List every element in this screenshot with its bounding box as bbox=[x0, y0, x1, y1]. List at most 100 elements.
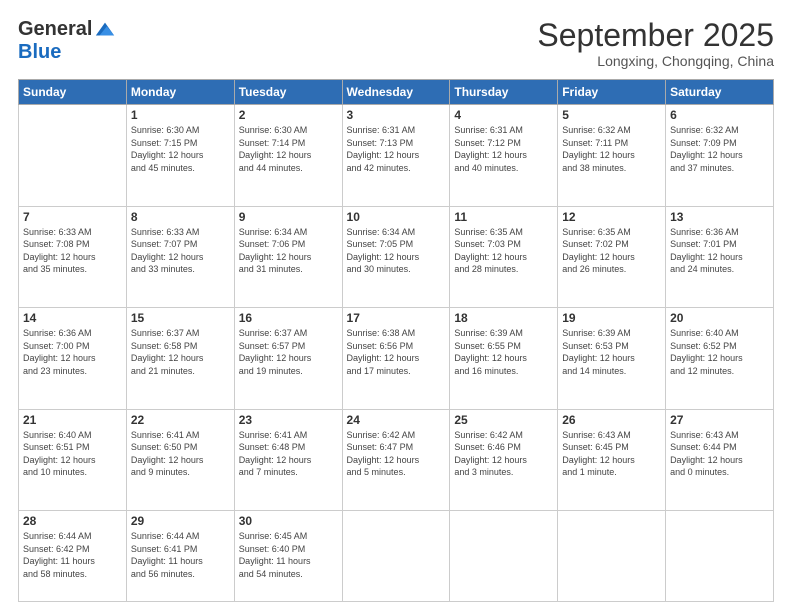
table-row: 29 Sunrise: 6:44 AM Sunset: 6:41 PM Dayli… bbox=[126, 511, 234, 602]
day-info: Sunrise: 6:40 AM Sunset: 6:52 PM Dayligh… bbox=[670, 327, 769, 377]
day-info: Sunrise: 6:33 AM Sunset: 7:07 PM Dayligh… bbox=[131, 226, 230, 276]
day-number: 26 bbox=[562, 413, 661, 427]
day-number: 8 bbox=[131, 210, 230, 224]
day-number: 23 bbox=[239, 413, 338, 427]
day-number: 11 bbox=[454, 210, 553, 224]
table-row: 24Sunrise: 6:42 AM Sunset: 6:47 PM Dayli… bbox=[342, 409, 450, 510]
day-info: Sunrise: 6:34 AM Sunset: 7:05 PM Dayligh… bbox=[347, 226, 446, 276]
day-number: 28 bbox=[23, 514, 122, 528]
calendar-week-row: 7 Sunrise: 6:33 AM Sunset: 7:08 PM Daylig… bbox=[19, 206, 774, 307]
table-row: 11Sunrise: 6:35 AM Sunset: 7:03 PM Dayli… bbox=[450, 206, 558, 307]
day-info: Sunrise: 6:38 AM Sunset: 6:56 PM Dayligh… bbox=[347, 327, 446, 377]
table-row: 28 Sunrise: 6:44 AM Sunset: 6:42 PM Dayli… bbox=[19, 511, 127, 602]
day-info: Sunrise: 6:36 AM Sunset: 7:01 PM Dayligh… bbox=[670, 226, 769, 276]
day-info: Sunrise: 6:31 AM Sunset: 7:12 PM Dayligh… bbox=[454, 124, 553, 174]
header-thursday: Thursday bbox=[450, 80, 558, 105]
table-row: 2 Sunrise: 6:30 AM Sunset: 7:14 PM Daylig… bbox=[234, 105, 342, 206]
day-number: 29 bbox=[131, 514, 230, 528]
day-info: Sunrise: 6:36 AM Sunset: 7:00 PM Dayligh… bbox=[23, 327, 122, 377]
day-info: Sunrise: 6:34 AM Sunset: 7:06 PM Dayligh… bbox=[239, 226, 338, 276]
table-row: 19Sunrise: 6:39 AM Sunset: 6:53 PM Dayli… bbox=[558, 308, 666, 409]
table-row bbox=[450, 511, 558, 602]
day-info: Sunrise: 6:31 AM Sunset: 7:13 PM Dayligh… bbox=[347, 124, 446, 174]
day-info: Sunrise: 6:41 AM Sunset: 6:48 PM Dayligh… bbox=[239, 429, 338, 479]
table-row: 7 Sunrise: 6:33 AM Sunset: 7:08 PM Daylig… bbox=[19, 206, 127, 307]
day-number: 17 bbox=[347, 311, 446, 325]
day-number: 27 bbox=[670, 413, 769, 427]
table-row: 17 Sunrise: 6:38 AM Sunset: 6:56 PM Dayli… bbox=[342, 308, 450, 409]
calendar-week-row: 28 Sunrise: 6:44 AM Sunset: 6:42 PM Dayli… bbox=[19, 511, 774, 602]
day-number: 20 bbox=[670, 311, 769, 325]
table-row: 27 Sunrise: 6:43 AM Sunset: 6:44 PM Dayli… bbox=[666, 409, 774, 510]
header-tuesday: Tuesday bbox=[234, 80, 342, 105]
header-monday: Monday bbox=[126, 80, 234, 105]
day-number: 9 bbox=[239, 210, 338, 224]
header-saturday: Saturday bbox=[666, 80, 774, 105]
day-info: Sunrise: 6:35 AM Sunset: 7:02 PM Dayligh… bbox=[562, 226, 661, 276]
day-info: Sunrise: 6:33 AM Sunset: 7:08 PM Dayligh… bbox=[23, 226, 122, 276]
table-row: 1Sunrise: 6:30 AM Sunset: 7:15 PM Daylig… bbox=[126, 105, 234, 206]
day-number: 19 bbox=[562, 311, 661, 325]
page: General Blue September 2025 Longxing, Ch… bbox=[0, 0, 792, 612]
day-number: 30 bbox=[239, 514, 338, 528]
table-row: 12 Sunrise: 6:35 AM Sunset: 7:02 PM Dayli… bbox=[558, 206, 666, 307]
day-number: 5 bbox=[562, 108, 661, 122]
day-info: Sunrise: 6:37 AM Sunset: 6:57 PM Dayligh… bbox=[239, 327, 338, 377]
day-number: 12 bbox=[562, 210, 661, 224]
day-number: 22 bbox=[131, 413, 230, 427]
day-info: Sunrise: 6:30 AM Sunset: 7:15 PM Dayligh… bbox=[131, 124, 230, 174]
day-info: Sunrise: 6:43 AM Sunset: 6:44 PM Dayligh… bbox=[670, 429, 769, 479]
table-row: 22 Sunrise: 6:41 AM Sunset: 6:50 PM Dayli… bbox=[126, 409, 234, 510]
day-number: 2 bbox=[239, 108, 338, 122]
header-friday: Friday bbox=[558, 80, 666, 105]
table-row: 5 Sunrise: 6:32 AM Sunset: 7:11 PM Daylig… bbox=[558, 105, 666, 206]
calendar-table: Sunday Monday Tuesday Wednesday Thursday… bbox=[18, 79, 774, 602]
day-info: Sunrise: 6:40 AM Sunset: 6:51 PM Dayligh… bbox=[23, 429, 122, 479]
day-info: Sunrise: 6:44 AM Sunset: 6:41 PM Dayligh… bbox=[131, 530, 230, 580]
day-info: Sunrise: 6:39 AM Sunset: 6:55 PM Dayligh… bbox=[454, 327, 553, 377]
table-row: 6 Sunrise: 6:32 AM Sunset: 7:09 PM Daylig… bbox=[666, 105, 774, 206]
day-info: Sunrise: 6:32 AM Sunset: 7:11 PM Dayligh… bbox=[562, 124, 661, 174]
day-number: 6 bbox=[670, 108, 769, 122]
day-info: Sunrise: 6:37 AM Sunset: 6:58 PM Dayligh… bbox=[131, 327, 230, 377]
table-row: 23 Sunrise: 6:41 AM Sunset: 6:48 PM Dayli… bbox=[234, 409, 342, 510]
month-title: September 2025 bbox=[537, 18, 774, 53]
day-info: Sunrise: 6:41 AM Sunset: 6:50 PM Dayligh… bbox=[131, 429, 230, 479]
day-number: 25 bbox=[454, 413, 553, 427]
logo: General Blue bbox=[18, 18, 116, 64]
logo-icon bbox=[94, 19, 116, 41]
logo-general: General bbox=[18, 18, 92, 41]
header-sunday: Sunday bbox=[19, 80, 127, 105]
calendar-week-row: 1Sunrise: 6:30 AM Sunset: 7:15 PM Daylig… bbox=[19, 105, 774, 206]
table-row: 8 Sunrise: 6:33 AM Sunset: 7:07 PM Daylig… bbox=[126, 206, 234, 307]
title-block: September 2025 Longxing, Chongqing, Chin… bbox=[537, 18, 774, 69]
table-row: 15 Sunrise: 6:37 AM Sunset: 6:58 PM Dayli… bbox=[126, 308, 234, 409]
day-number: 4 bbox=[454, 108, 553, 122]
table-row: 16Sunrise: 6:37 AM Sunset: 6:57 PM Dayli… bbox=[234, 308, 342, 409]
logo-blue: Blue bbox=[18, 41, 61, 64]
table-row bbox=[558, 511, 666, 602]
day-info: Sunrise: 6:44 AM Sunset: 6:42 PM Dayligh… bbox=[23, 530, 122, 580]
calendar-header-row: Sunday Monday Tuesday Wednesday Thursday… bbox=[19, 80, 774, 105]
table-row bbox=[342, 511, 450, 602]
day-number: 18 bbox=[454, 311, 553, 325]
day-info: Sunrise: 6:30 AM Sunset: 7:14 PM Dayligh… bbox=[239, 124, 338, 174]
table-row: 9 Sunrise: 6:34 AM Sunset: 7:06 PM Daylig… bbox=[234, 206, 342, 307]
table-row: 3Sunrise: 6:31 AM Sunset: 7:13 PM Daylig… bbox=[342, 105, 450, 206]
table-row: 26 Sunrise: 6:43 AM Sunset: 6:45 PM Dayli… bbox=[558, 409, 666, 510]
day-info: Sunrise: 6:42 AM Sunset: 6:46 PM Dayligh… bbox=[454, 429, 553, 479]
table-row: 4 Sunrise: 6:31 AM Sunset: 7:12 PM Daylig… bbox=[450, 105, 558, 206]
day-info: Sunrise: 6:43 AM Sunset: 6:45 PM Dayligh… bbox=[562, 429, 661, 479]
calendar-week-row: 14Sunrise: 6:36 AM Sunset: 7:00 PM Dayli… bbox=[19, 308, 774, 409]
calendar-week-row: 21Sunrise: 6:40 AM Sunset: 6:51 PM Dayli… bbox=[19, 409, 774, 510]
table-row: 20 Sunrise: 6:40 AM Sunset: 6:52 PM Dayli… bbox=[666, 308, 774, 409]
day-number: 7 bbox=[23, 210, 122, 224]
table-row: 21Sunrise: 6:40 AM Sunset: 6:51 PM Dayli… bbox=[19, 409, 127, 510]
day-number: 13 bbox=[670, 210, 769, 224]
day-number: 15 bbox=[131, 311, 230, 325]
header: General Blue September 2025 Longxing, Ch… bbox=[18, 18, 774, 69]
table-row bbox=[19, 105, 127, 206]
day-info: Sunrise: 6:32 AM Sunset: 7:09 PM Dayligh… bbox=[670, 124, 769, 174]
table-row: 18 Sunrise: 6:39 AM Sunset: 6:55 PM Dayli… bbox=[450, 308, 558, 409]
logo-text: General bbox=[18, 18, 116, 41]
